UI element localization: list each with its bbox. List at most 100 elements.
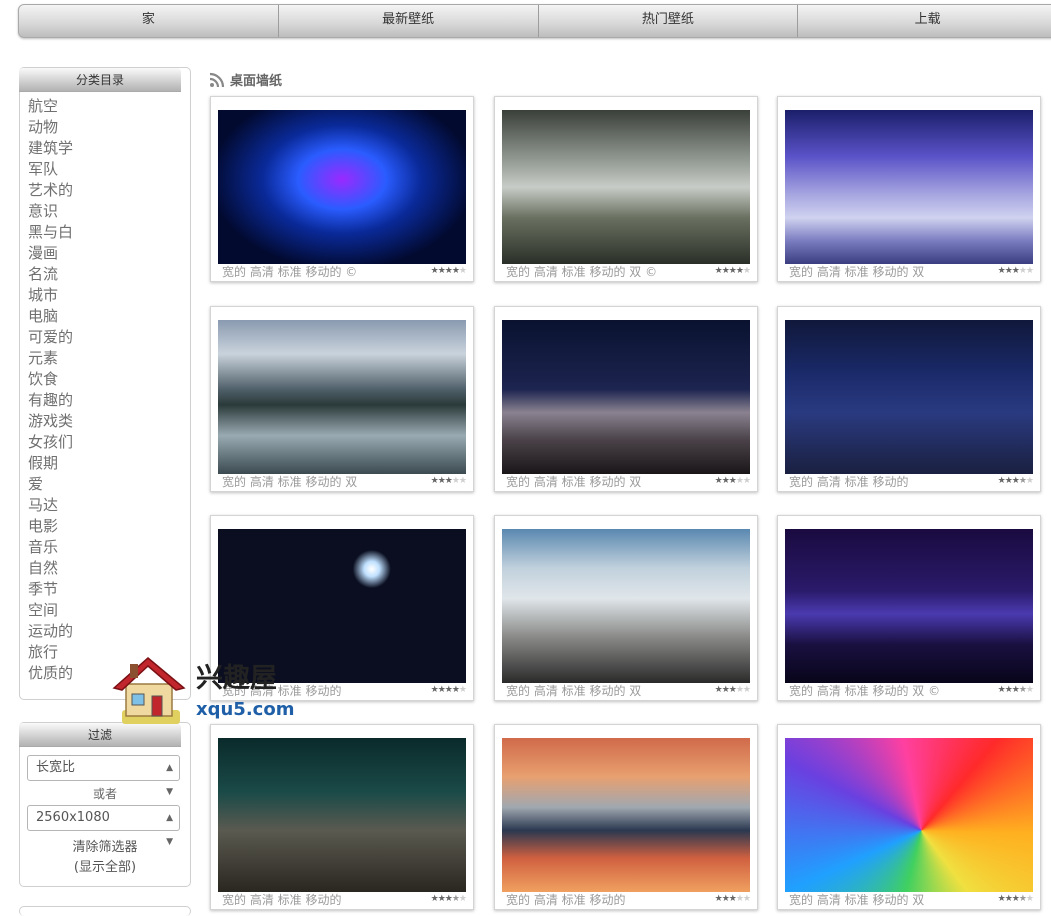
star-icon: ★: [451, 266, 460, 276]
category-link[interactable]: 动物: [28, 117, 182, 138]
category-link[interactable]: 游戏类: [28, 411, 182, 432]
star-icon: ★: [1004, 685, 1013, 695]
star-icon: ★: [997, 894, 1006, 904]
wallpaper-thumbnail[interactable]: [218, 320, 466, 474]
nav-popular[interactable]: 热门壁纸: [539, 5, 799, 37]
star-rating: ★★★★★: [997, 476, 1034, 486]
star-icon: ★: [728, 476, 737, 486]
wallpaper-thumbnail[interactable]: [502, 110, 750, 264]
category-link[interactable]: 爱: [28, 474, 182, 495]
category-link[interactable]: 马达: [28, 495, 182, 516]
show-all-link[interactable]: (显示全部): [20, 858, 190, 878]
wallpaper-card[interactable]: 宽的 高清 标准 移动的 双 ★★★★★: [494, 306, 758, 492]
category-link[interactable]: 黑与白: [28, 222, 182, 243]
wallpaper-tags[interactable]: 宽的 高清 标准 移动的 双: [506, 683, 750, 699]
wallpaper-thumbnail[interactable]: [218, 110, 466, 264]
star-icon: ★: [735, 894, 744, 904]
wallpaper-card[interactable]: 宽的 高清 标准 移动的 ★★★★★: [777, 306, 1041, 492]
wallpaper-thumbnail[interactable]: [785, 738, 1033, 892]
wallpaper-card[interactable]: 宽的 高清 标准 移动的 双 ★★★★★: [210, 306, 474, 492]
category-link[interactable]: 季节: [28, 579, 182, 600]
aspect-ratio-value: 长宽比: [36, 760, 76, 775]
star-icon: ★: [735, 266, 744, 276]
category-link[interactable]: 有趣的: [28, 390, 182, 411]
wallpaper-tags[interactable]: 宽的 高清 标准 移动的 双: [506, 474, 750, 490]
wallpaper-card[interactable]: 宽的 高清 标准 移动的 双 © ★★★★★: [777, 515, 1041, 701]
wallpaper-card[interactable]: 宽的 高清 标准 移动的 © ★★★★★: [210, 96, 474, 282]
star-icon: ★: [1018, 685, 1027, 695]
wallpaper-thumbnail[interactable]: [785, 320, 1033, 474]
category-link[interactable]: 意识: [28, 201, 182, 222]
category-link[interactable]: 电影: [28, 516, 182, 537]
category-link[interactable]: 城市: [28, 285, 182, 306]
star-icon: ★: [1025, 894, 1034, 904]
wallpaper-tags[interactable]: 宽的 高清 标准 移动的: [789, 474, 1033, 490]
category-link[interactable]: 艺术的: [28, 180, 182, 201]
wallpaper-card[interactable]: 宽的 高清 标准 移动的 ★★★★★: [210, 724, 474, 910]
star-rating: ★★★★★: [998, 266, 1034, 276]
category-link[interactable]: 可爱的: [28, 327, 182, 348]
wallpaper-card[interactable]: 宽的 高清 标准 移动的 ★★★★★: [494, 724, 758, 910]
star-icon: ★: [1004, 894, 1013, 904]
category-link[interactable]: 名流: [28, 264, 182, 285]
star-icon: ★: [1004, 266, 1013, 276]
category-link[interactable]: 女孩们: [28, 432, 182, 453]
wallpaper-tags[interactable]: 宽的 高清 标准 移动的 ©: [222, 264, 466, 280]
star-icon: ★: [458, 476, 467, 486]
star-rating: ★★★★★: [430, 476, 467, 486]
resolution-select[interactable]: 2560x1080 ▲ ▼: [27, 805, 180, 847]
category-link[interactable]: 漫画: [28, 243, 182, 264]
star-icon: ★: [451, 894, 460, 904]
category-link[interactable]: 假期: [28, 453, 182, 474]
wallpaper-thumbnail[interactable]: [502, 738, 750, 892]
section-header: 桌面墙纸: [209, 70, 282, 89]
wallpaper-thumbnail[interactable]: [785, 529, 1033, 683]
wallpaper-tags[interactable]: 宽的 高清 标准 移动的 双 ©: [789, 683, 1033, 699]
aspect-ratio-select[interactable]: 长宽比 ▲ ▼: [27, 755, 180, 797]
top-nav: 家 最新壁纸 热门壁纸 上载: [18, 4, 1051, 38]
star-icon: ★: [742, 266, 751, 276]
wallpaper-tags[interactable]: 宽的 高清 标准 移动的: [222, 892, 466, 908]
star-icon: ★: [735, 476, 744, 486]
nav-home[interactable]: 家: [19, 5, 279, 37]
star-icon: ★: [458, 894, 467, 904]
wallpaper-card[interactable]: 宽的 高清 标准 移动的 双 ★★★★★: [494, 515, 758, 701]
nav-latest[interactable]: 最新壁纸: [279, 5, 539, 37]
wallpaper-card[interactable]: 宽的 高清 标准 移动的 双 ★★★★★: [777, 724, 1041, 910]
category-link[interactable]: 建筑学: [28, 138, 182, 159]
wallpaper-tags[interactable]: 宽的 高清 标准 移动的 双: [222, 474, 466, 490]
wallpaper-tags[interactable]: 宽的 高清 标准 移动的 双: [789, 892, 1033, 908]
wallpaper-tags[interactable]: 宽的 高清 标准 移动的: [506, 892, 750, 908]
star-icon: ★: [1011, 894, 1020, 904]
star-rating: ★★★★★: [431, 894, 467, 904]
wallpaper-card[interactable]: 宽的 高清 标准 移动的 双 © ★★★★★: [494, 96, 758, 282]
category-link[interactable]: 元素: [28, 348, 182, 369]
star-icon: ★: [430, 685, 439, 695]
star-icon: ★: [714, 476, 723, 486]
star-icon: ★: [444, 685, 453, 695]
star-icon: ★: [451, 685, 460, 695]
wallpaper-card[interactable]: 宽的 高清 标准 移动的 双 ★★★★★: [777, 96, 1041, 282]
star-icon: ★: [430, 476, 439, 486]
star-icon: ★: [1018, 476, 1027, 486]
wallpaper-thumbnail[interactable]: [502, 320, 750, 474]
nav-upload[interactable]: 上载: [798, 5, 1051, 37]
category-link[interactable]: 军队: [28, 159, 182, 180]
wallpaper-thumbnail[interactable]: [502, 529, 750, 683]
wallpaper-thumbnail[interactable]: [785, 110, 1033, 264]
category-link[interactable]: 运动的: [28, 621, 182, 642]
category-link[interactable]: 电脑: [28, 306, 182, 327]
star-icon: ★: [444, 476, 453, 486]
clear-filter-link[interactable]: 清除筛选器: [20, 838, 190, 858]
wallpaper-tags[interactable]: 宽的 高清 标准 移动的 双 ©: [506, 264, 750, 280]
star-icon: ★: [437, 894, 446, 904]
star-icon: ★: [728, 685, 737, 695]
category-link[interactable]: 自然: [28, 558, 182, 579]
category-link[interactable]: 音乐: [28, 537, 182, 558]
star-icon: ★: [997, 476, 1006, 486]
category-link[interactable]: 空间: [28, 600, 182, 621]
wallpaper-thumbnail[interactable]: [218, 738, 466, 892]
wallpaper-tags[interactable]: 宽的 高清 标准 移动的 双: [789, 264, 1033, 280]
category-link[interactable]: 饮食: [28, 369, 182, 390]
category-link[interactable]: 航空: [28, 96, 182, 117]
